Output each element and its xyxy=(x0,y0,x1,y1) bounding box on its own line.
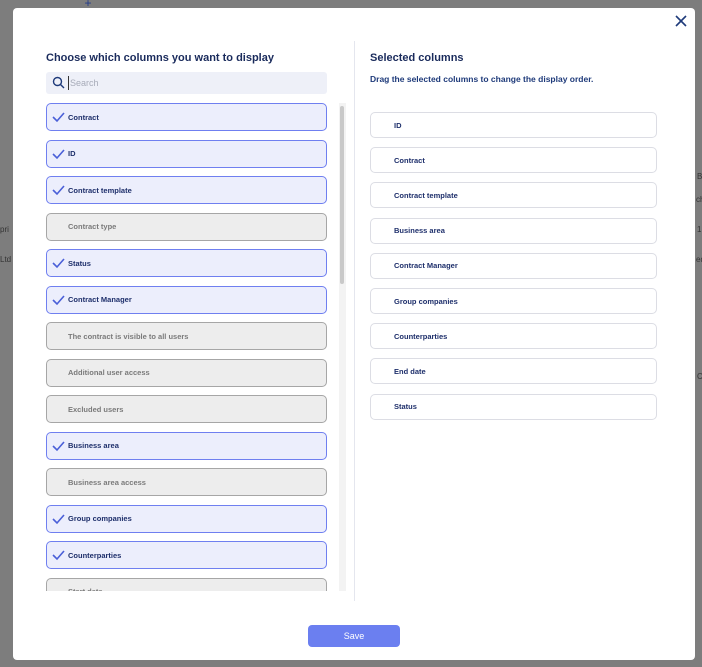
column-option-label: Counterparties xyxy=(68,550,122,560)
selected-columns-hint: Drag the selected columns to change the … xyxy=(370,74,594,84)
bg-text: B xyxy=(697,172,702,181)
column-option[interactable]: Excluded users xyxy=(46,395,327,423)
bg-text: ed xyxy=(696,255,702,264)
column-option-label: Status xyxy=(68,258,91,268)
column-option[interactable]: Start date xyxy=(46,577,327,591)
column-option-label: Contract type xyxy=(68,222,117,231)
selected-column-item[interactable]: Business area xyxy=(370,217,657,244)
column-option[interactable]: Status xyxy=(46,249,327,277)
bg-text: 1 xyxy=(697,225,702,234)
selected-column-label: Contract Manager xyxy=(394,261,458,271)
checkmark-icon xyxy=(52,294,65,305)
selected-columns-title: Selected columns xyxy=(370,52,464,64)
column-option-label: Business area xyxy=(68,441,119,450)
selected-columns-panel: Selected columns Drag the selected colum… xyxy=(370,8,670,608)
selected-column-item[interactable]: Counterparties xyxy=(370,323,657,350)
column-option[interactable]: Counterparties xyxy=(46,541,327,569)
add-icon: + xyxy=(84,0,92,10)
column-option[interactable]: Contract type xyxy=(46,212,327,241)
scrollbar-thumb[interactable] xyxy=(340,106,344,284)
selected-column-item[interactable]: ID xyxy=(370,112,657,138)
selected-column-label: Business area xyxy=(394,226,445,236)
column-option[interactable]: Contract xyxy=(46,103,327,131)
selected-column-item[interactable]: Contract Manager xyxy=(370,252,657,279)
column-options-list: Contract ID Contract template Contract type… xyxy=(46,103,327,591)
selected-column-label: Contract xyxy=(394,155,425,165)
selected-column-label: Group companies xyxy=(394,296,458,306)
column-option[interactable]: ID xyxy=(46,139,327,168)
column-option-label: Contract Manager xyxy=(68,295,132,304)
checkmark-icon xyxy=(52,440,65,451)
column-option-label: Group companies xyxy=(68,514,132,523)
selected-column-label: ID xyxy=(394,120,402,130)
selected-column-label: Counterparties xyxy=(394,331,448,341)
column-option[interactable]: Group companies xyxy=(46,504,327,533)
column-option[interactable]: Contract Manager xyxy=(46,285,327,314)
column-option[interactable]: Contract template xyxy=(46,176,327,204)
column-option[interactable]: Business area access xyxy=(46,468,327,496)
search-box xyxy=(46,72,327,94)
column-option-label: Contract template xyxy=(68,185,132,195)
column-option-label: Start date xyxy=(68,587,103,591)
selected-column-label: Status xyxy=(394,402,417,412)
selected-column-label: End date xyxy=(394,366,426,376)
close-icon xyxy=(675,15,687,27)
selected-column-item[interactable]: Group companies xyxy=(370,288,657,314)
checkmark-icon xyxy=(52,258,65,269)
column-option-label: ID xyxy=(68,149,76,158)
selected-column-item[interactable]: Status xyxy=(370,393,657,420)
column-option[interactable]: Additional user access xyxy=(46,358,327,387)
checkmark-icon xyxy=(52,185,65,196)
checkmark-icon xyxy=(52,112,65,123)
selected-column-item[interactable]: End date xyxy=(370,358,657,385)
column-option[interactable]: Business area xyxy=(46,431,327,460)
bg-text: Ltd xyxy=(0,255,12,264)
column-option-label: Business area access xyxy=(68,477,146,487)
column-option-label: The contract is visible to all users xyxy=(68,331,189,341)
selected-column-item[interactable]: Contract xyxy=(370,147,657,174)
bg-text: ch xyxy=(696,195,702,204)
search-input[interactable] xyxy=(68,76,318,90)
column-option-label: Contract xyxy=(68,112,99,122)
column-option-label: Excluded users xyxy=(68,404,124,414)
close-button[interactable] xyxy=(673,13,689,29)
bg-text: C xyxy=(697,372,702,381)
selected-column-item[interactable]: Contract template xyxy=(370,182,657,209)
column-picker-dialog: Choose which columns you want to display… xyxy=(13,8,695,660)
available-columns-title: Choose which columns you want to display xyxy=(46,52,274,64)
selected-column-label: Contract template xyxy=(394,190,458,200)
checkmark-icon xyxy=(52,550,65,561)
pane-divider xyxy=(354,41,355,601)
search-icon xyxy=(52,76,65,89)
column-option-label: Additional user access xyxy=(68,368,150,377)
checkmark-icon xyxy=(52,148,65,159)
checkmark-icon xyxy=(52,513,65,524)
available-columns-panel: Choose which columns you want to display… xyxy=(46,8,355,608)
save-button[interactable]: Save xyxy=(308,625,400,647)
bg-text: pri xyxy=(0,225,9,234)
column-option[interactable]: The contract is visible to all users xyxy=(46,322,327,350)
